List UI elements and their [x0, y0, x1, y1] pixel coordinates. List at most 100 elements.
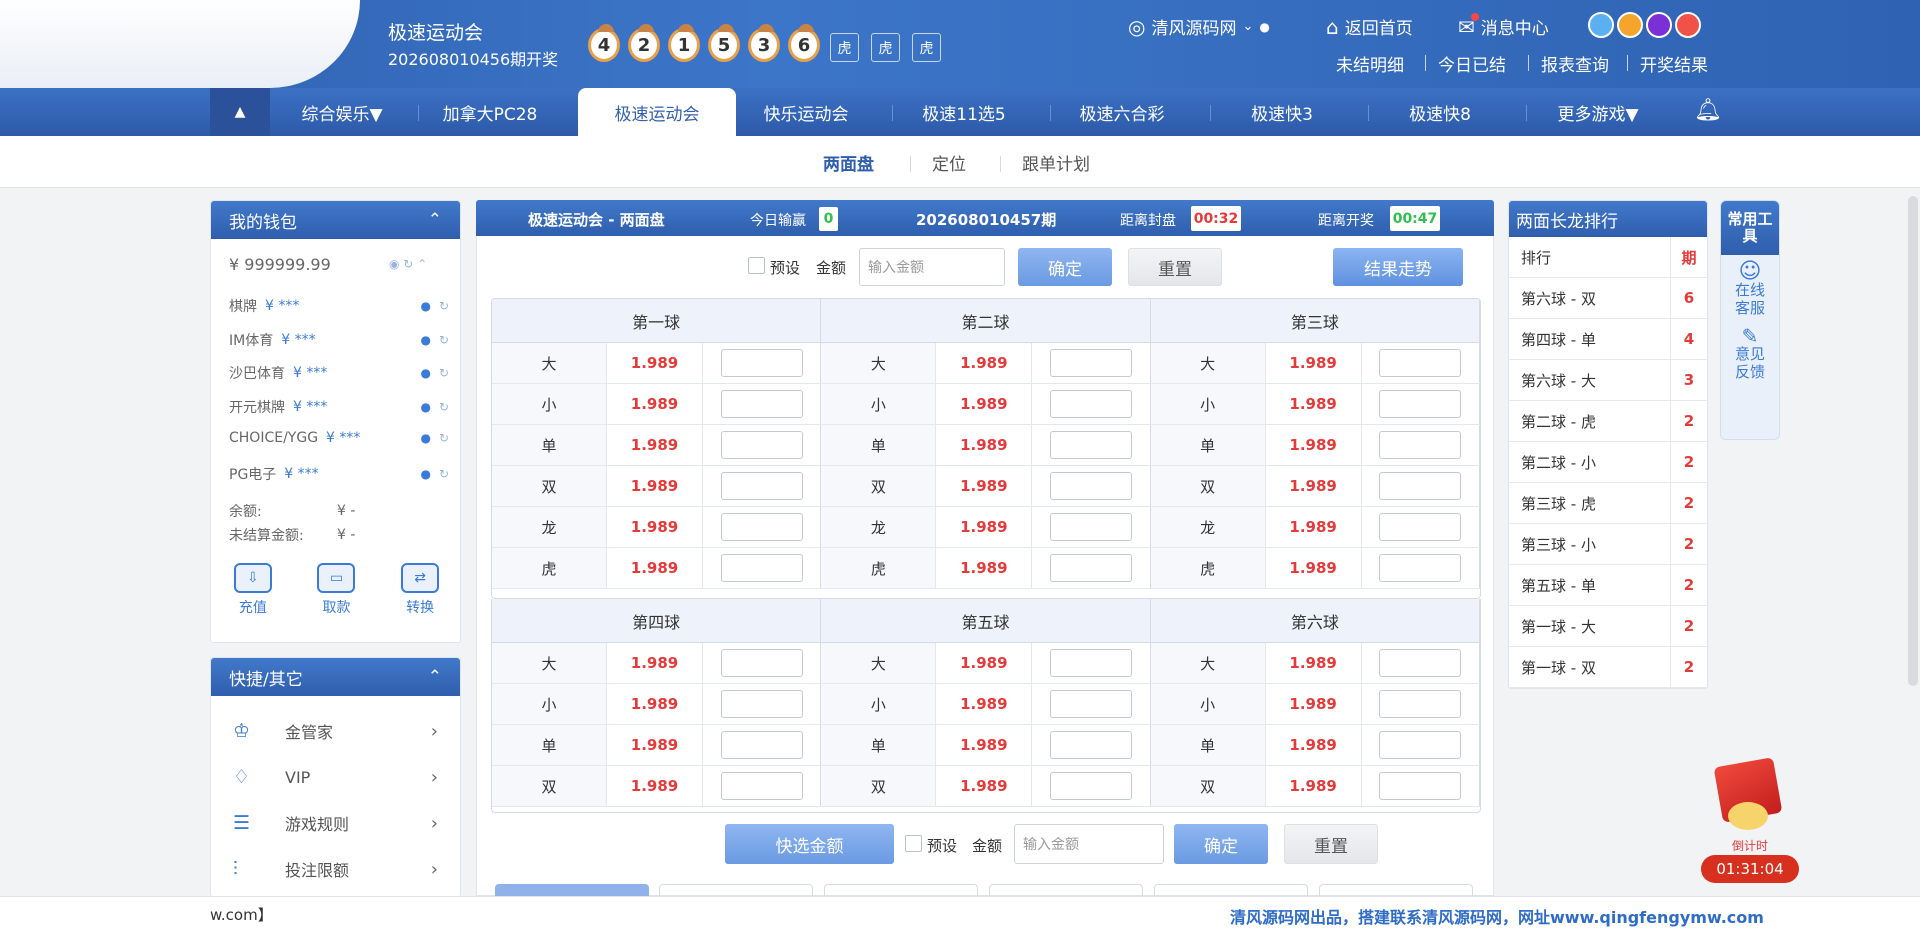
lower-tab[interactable] — [659, 884, 813, 896]
nav-tab[interactable]: 极速11选5 — [894, 88, 1034, 136]
home-link[interactable]: ⌂ 返回首页 — [1326, 14, 1413, 40]
lower-tab-active[interactable] — [495, 884, 649, 896]
refresh-icon[interactable]: ↻ — [439, 431, 449, 445]
confirm-button[interactable]: 确定 — [1018, 248, 1112, 286]
quick-item-rules[interactable]: ☰ 游戏规则 › — [211, 800, 460, 846]
trend-button[interactable]: 结果走势 — [1333, 248, 1463, 286]
bet-amount-input[interactable] — [1049, 554, 1132, 582]
refresh-icon[interactable]: ↻ — [439, 366, 449, 380]
nav-tab[interactable]: 快乐运动会 — [736, 88, 876, 136]
eye-icon[interactable]: ● — [420, 366, 430, 380]
nav-tab-active[interactable]: 极速运动会 — [578, 88, 736, 136]
footer-credit[interactable]: 清风源码网出品，搭建联系清风源码网，网址www.qingfengymw.com — [1230, 904, 1764, 928]
chevron-up-icon[interactable]: ⌃ — [428, 210, 442, 230]
header-link[interactable]: 开奖结果 — [1640, 51, 1708, 76]
bet-amount-input[interactable] — [720, 513, 803, 541]
bet-amount-input[interactable] — [1049, 731, 1132, 759]
eye-icon[interactable]: ● — [420, 299, 430, 313]
bet-amount-input[interactable] — [1379, 349, 1462, 377]
nav-tab[interactable]: 极速六合彩 — [1052, 88, 1192, 136]
nav-tab[interactable]: 综合娱乐▼ — [272, 88, 412, 136]
bet-amount-input[interactable] — [720, 772, 803, 800]
bet-amount-input[interactable] — [1049, 390, 1132, 418]
quick-amount-button[interactable]: 快选金额 — [725, 824, 894, 864]
message-center-link[interactable]: ✉ 消息中心 — [1458, 12, 1549, 39]
refresh-icon[interactable]: ↻ — [439, 333, 449, 347]
deposit-button[interactable]: ⇩ 充值 — [233, 563, 272, 617]
nav-tab[interactable]: 极速快3 — [1212, 88, 1352, 136]
quick-item-vip[interactable]: ♢ VIP › — [211, 754, 460, 800]
quick-header[interactable]: 快捷/其它 ⌃ — [211, 658, 460, 696]
feedback-button[interactable]: ✎ 意见反馈 — [1721, 326, 1779, 381]
lower-tab[interactable] — [989, 884, 1143, 896]
eye-icon[interactable]: ● — [420, 431, 430, 445]
bet-amount-input[interactable] — [720, 472, 803, 500]
transfer-button[interactable]: ⇄ 转换 — [401, 563, 440, 617]
subnav-tab-active[interactable]: 两面盘 — [823, 150, 874, 175]
refresh-icon[interactable]: ↻ — [439, 467, 449, 481]
theme-dot[interactable] — [1675, 12, 1701, 38]
bell-icon[interactable]: 🔔︎ — [1694, 98, 1722, 123]
bet-amount-input[interactable] — [1379, 431, 1462, 459]
subnav-tab[interactable]: 跟单计划 — [1022, 150, 1090, 175]
bet-amount-input[interactable] — [1049, 690, 1132, 718]
nav-tab[interactable]: 加拿大PC28 — [420, 88, 560, 136]
eye-icon[interactable]: ● — [420, 400, 430, 414]
eye-icon[interactable]: ● — [420, 467, 430, 481]
bet-amount-input[interactable] — [1379, 690, 1462, 718]
refresh-icon[interactable]: ↻ — [439, 299, 449, 313]
preset-checkbox[interactable] — [748, 257, 765, 274]
header-link[interactable]: 报表查询 — [1541, 51, 1609, 76]
bet-amount-input[interactable] — [1379, 513, 1462, 541]
lower-tab[interactable] — [1319, 884, 1473, 896]
amount-input[interactable]: 输入金额 — [859, 248, 1005, 286]
online-service-button[interactable]: ☺ 在线客服 — [1721, 261, 1779, 318]
bet-amount-input[interactable] — [720, 731, 803, 759]
bet-amount-input[interactable] — [1379, 472, 1462, 500]
header-link[interactable]: 今日已结 — [1438, 51, 1506, 76]
quick-item-butler[interactable]: ♔ 金管家 › — [211, 708, 460, 754]
bet-amount-input[interactable] — [1379, 772, 1462, 800]
bet-amount-input[interactable] — [1049, 772, 1132, 800]
bet-amount-input[interactable] — [1049, 431, 1132, 459]
reset-button-bottom[interactable]: 重置 — [1284, 824, 1378, 864]
bet-amount-input[interactable] — [1379, 554, 1462, 582]
confirm-button-bottom[interactable]: 确定 — [1174, 824, 1268, 864]
balance-controls-icon[interactable]: ◉ ↻ ⌃ — [389, 257, 427, 271]
preset-checkbox-bottom[interactable] — [905, 835, 922, 852]
bet-amount-input[interactable] — [1049, 649, 1132, 677]
nav-tab[interactable]: 更多游戏▼ — [1528, 88, 1668, 136]
bet-amount-input[interactable] — [720, 431, 803, 459]
theme-dot[interactable] — [1646, 12, 1672, 38]
bet-amount-input[interactable] — [720, 349, 803, 377]
subnav-tab[interactable]: 定位 — [932, 150, 966, 175]
red-packet-promo[interactable]: 倒计时 — [1710, 757, 1790, 853]
theme-dot[interactable] — [1588, 12, 1614, 38]
bet-amount-input[interactable] — [1049, 513, 1132, 541]
eye-icon[interactable]: ● — [1259, 20, 1269, 34]
quick-item-limits[interactable]: ⫶ 投注限额 › — [211, 846, 460, 892]
page-scrollbar[interactable] — [1908, 196, 1918, 686]
amount-input-bottom[interactable]: 输入金额 — [1014, 824, 1164, 864]
eye-icon[interactable]: ● — [420, 333, 430, 347]
lower-tab[interactable] — [824, 884, 978, 896]
bet-amount-input[interactable] — [1049, 472, 1132, 500]
lower-tab[interactable] — [1154, 884, 1308, 896]
bet-amount-input[interactable] — [1379, 390, 1462, 418]
chevron-up-icon[interactable]: ⌃ — [428, 667, 442, 687]
refresh-icon[interactable]: ↻ — [439, 400, 449, 414]
bet-amount-input[interactable] — [720, 390, 803, 418]
collapse-up-icon[interactable]: ▲ — [210, 88, 270, 136]
nav-tab[interactable]: 极速快8 — [1370, 88, 1510, 136]
bet-amount-input[interactable] — [1379, 731, 1462, 759]
bet-amount-input[interactable] — [720, 554, 803, 582]
withdraw-button[interactable]: ▭ 取款 — [317, 563, 356, 617]
bet-amount-input[interactable] — [720, 690, 803, 718]
header-link[interactable]: 未结明细 — [1336, 51, 1404, 76]
bet-amount-input[interactable] — [1379, 649, 1462, 677]
theme-dot[interactable] — [1617, 12, 1643, 38]
bet-amount-input[interactable] — [720, 649, 803, 677]
bet-amount-input[interactable] — [1049, 349, 1132, 377]
reset-button[interactable]: 重置 — [1128, 248, 1222, 286]
wallet-header[interactable]: 我的钱包 ⌃ — [211, 201, 460, 239]
